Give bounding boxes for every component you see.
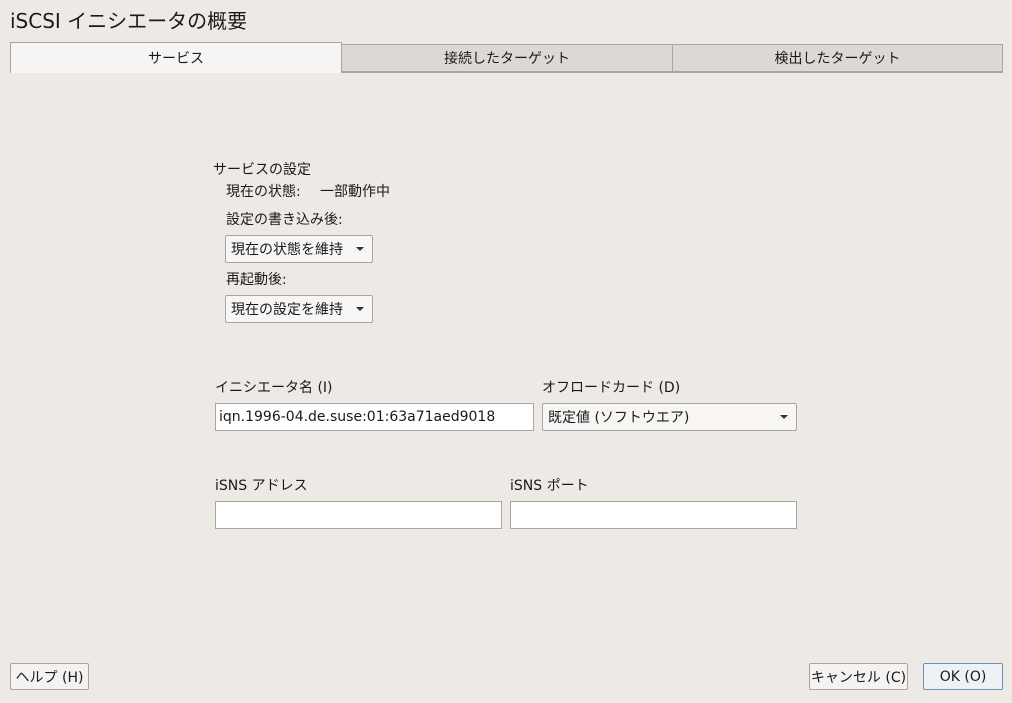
tab-discovered-targets[interactable]: 検出したターゲット	[672, 44, 1003, 72]
chevron-down-icon	[356, 247, 364, 251]
isns-address-label: iSNS アドレス	[215, 478, 308, 494]
chevron-down-icon	[356, 307, 364, 311]
isns-port-input[interactable]	[510, 501, 797, 529]
tab-service[interactable]: サービス	[10, 42, 342, 73]
after-reboot-selected-value: 現在の設定を維持	[231, 302, 343, 318]
ok-button[interactable]: OK (O)	[923, 663, 1003, 690]
tab-connected-targets[interactable]: 接続したターゲット	[341, 44, 673, 72]
offload-card-selected-value: 既定値 (ソフトウエア)	[548, 410, 690, 426]
cancel-button[interactable]: キャンセル (C)	[809, 663, 908, 690]
initiator-name-label: イニシエータ名 (I)	[215, 380, 333, 396]
after-reboot-label: 再起動後:	[226, 272, 287, 288]
isns-port-label: iSNS ポート	[510, 478, 589, 494]
current-status-value: 一部動作中	[320, 184, 390, 200]
after-write-select[interactable]: 現在の状態を維持	[225, 235, 373, 263]
offload-card-label: オフロードカード (D)	[542, 380, 681, 396]
after-write-label: 設定の書き込み後:	[226, 212, 343, 228]
tab-bar: サービス 接続したターゲット 検出したターゲット	[10, 42, 1003, 73]
iscsi-initiator-dialog: iSCSI イニシエータの概要 サービス 接続したターゲット 検出したターゲット…	[0, 0, 1012, 703]
chevron-down-icon	[780, 415, 788, 419]
current-status-label: 現在の状態:	[226, 184, 301, 200]
initiator-name-input[interactable]	[215, 403, 534, 431]
service-settings-heading: サービスの設定	[213, 162, 311, 178]
window-title: iSCSI イニシエータの概要	[10, 9, 248, 33]
after-reboot-select[interactable]: 現在の設定を維持	[225, 295, 373, 323]
isns-address-input[interactable]	[215, 501, 502, 529]
help-button[interactable]: ヘルプ (H)	[10, 663, 89, 690]
after-write-selected-value: 現在の状態を維持	[231, 242, 343, 258]
offload-card-select[interactable]: 既定値 (ソフトウエア)	[542, 403, 797, 431]
